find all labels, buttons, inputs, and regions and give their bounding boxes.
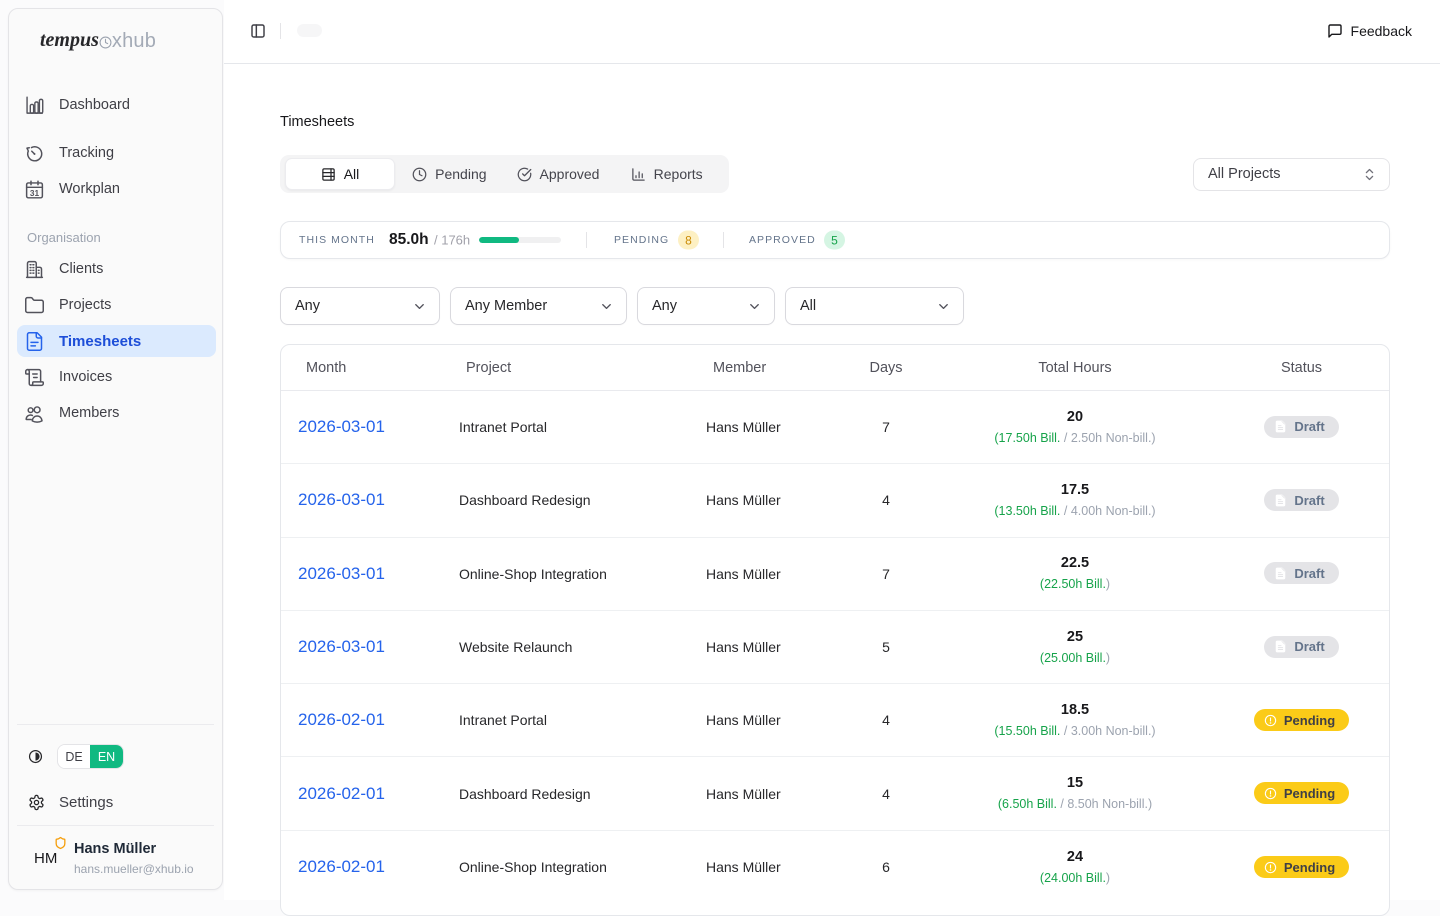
svg-text:31: 31 [30,187,40,197]
